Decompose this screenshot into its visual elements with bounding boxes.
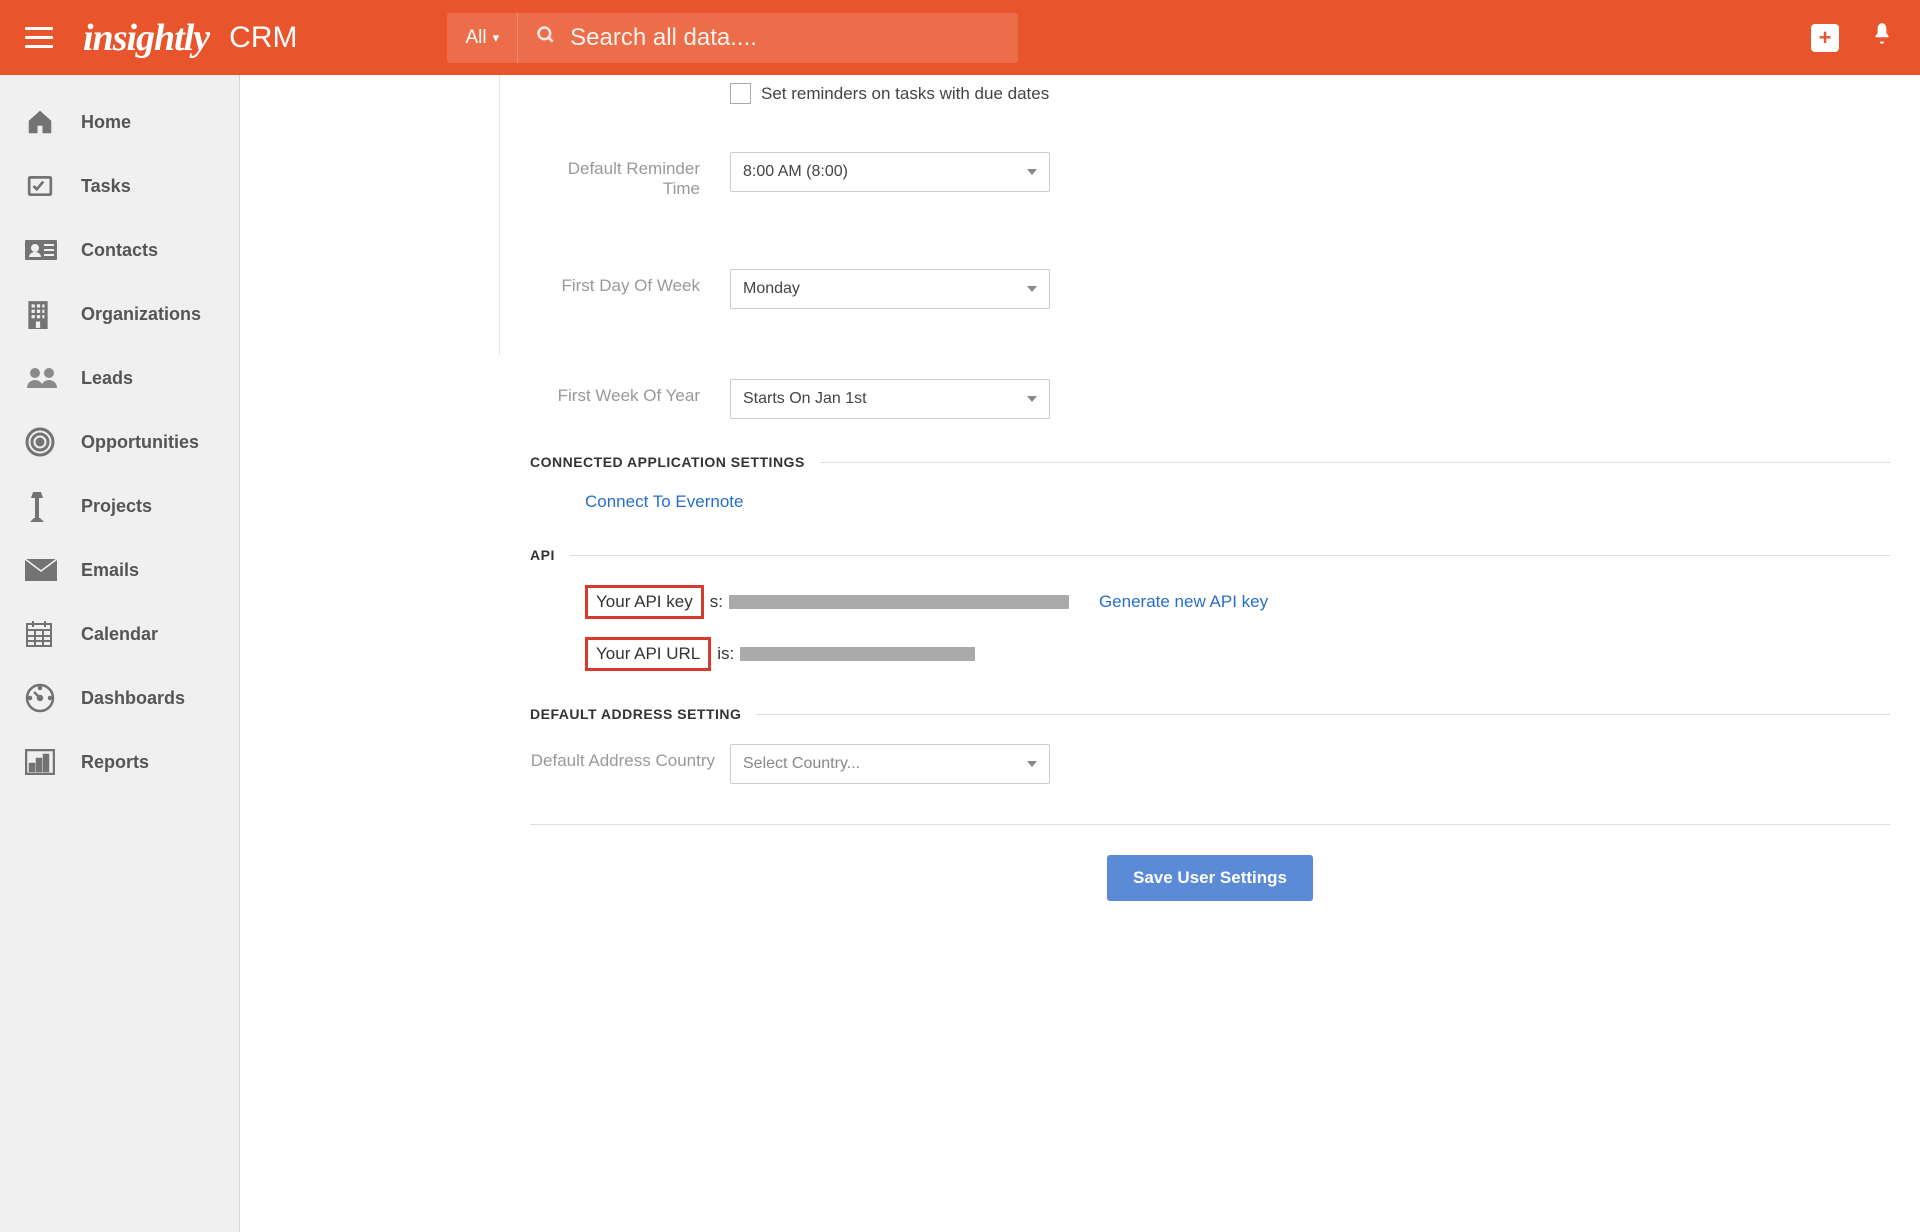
sidebar-item-label: Contacts bbox=[81, 240, 158, 261]
sidebar-item-label: Dashboards bbox=[81, 688, 185, 709]
sidebar-item-dashboards[interactable]: Dashboards bbox=[0, 666, 239, 730]
api-url-value-redacted bbox=[740, 647, 975, 661]
first-day-label: First Day Of Week bbox=[530, 269, 730, 296]
search-input[interactable] bbox=[570, 24, 1000, 52]
default-reminder-row: Default Reminder Time 8:00 AM (8:00) bbox=[530, 152, 1890, 199]
search-icon bbox=[536, 25, 556, 51]
content-main: Set reminders on tasks with due dates De… bbox=[500, 75, 1920, 1232]
generate-api-key-link[interactable]: Generate new API key bbox=[1099, 592, 1268, 612]
default-address-label: Default Address Country bbox=[530, 744, 730, 771]
home-icon bbox=[25, 108, 63, 136]
dashboards-icon bbox=[25, 684, 63, 712]
organizations-icon bbox=[25, 300, 63, 328]
sidebar-item-projects[interactable]: Projects bbox=[0, 474, 239, 538]
api-key-row: Your API key s: Generate new API key bbox=[585, 585, 1890, 619]
api-url-is: is: bbox=[717, 644, 734, 664]
calendar-icon bbox=[25, 620, 63, 648]
sidebar-item-leads[interactable]: Leads bbox=[0, 346, 239, 410]
sidebar-item-label: Organizations bbox=[81, 304, 201, 325]
save-button[interactable]: Save User Settings bbox=[1107, 855, 1313, 901]
sidebar-item-contacts[interactable]: Contacts bbox=[0, 218, 239, 282]
sidebar-item-label: Tasks bbox=[81, 176, 131, 197]
projects-icon bbox=[25, 492, 63, 520]
content-left-panel bbox=[240, 75, 500, 355]
sidebar-item-opportunities[interactable]: Opportunities bbox=[0, 410, 239, 474]
main-container: Home Tasks Contacts Organizations Leads bbox=[0, 75, 1920, 1232]
opportunities-icon bbox=[25, 428, 63, 456]
first-week-row: First Week Of Year Starts On Jan 1st bbox=[530, 379, 1890, 419]
first-day-select[interactable]: Monday bbox=[730, 269, 1050, 309]
contacts-icon bbox=[25, 236, 63, 264]
add-icon[interactable]: + bbox=[1811, 24, 1839, 52]
default-reminder-label: Default Reminder Time bbox=[530, 152, 730, 199]
default-reminder-select[interactable]: 8:00 AM (8:00) bbox=[730, 152, 1050, 192]
sidebar-item-label: Reports bbox=[81, 752, 149, 773]
evernote-link[interactable]: Connect To Evernote bbox=[585, 492, 1890, 512]
sidebar-item-label: Emails bbox=[81, 560, 139, 581]
app-logo: insightly bbox=[83, 16, 209, 60]
reminder-checkbox-label: Set reminders on tasks with due dates bbox=[761, 84, 1049, 104]
sidebar-item-reports[interactable]: Reports bbox=[0, 730, 239, 794]
sidebar-item-tasks[interactable]: Tasks bbox=[0, 154, 239, 218]
first-day-row: First Day Of Week Monday bbox=[530, 269, 1890, 309]
search-filter-dropdown[interactable]: All bbox=[447, 13, 518, 63]
content-area: Set reminders on tasks with due dates De… bbox=[240, 75, 1920, 1232]
api-section-header: API bbox=[530, 547, 1890, 563]
hamburger-menu-icon[interactable] bbox=[25, 24, 53, 51]
sidebar-item-home[interactable]: Home bbox=[0, 90, 239, 154]
product-label: CRM bbox=[229, 21, 297, 55]
first-week-label: First Week Of Year bbox=[530, 379, 730, 406]
reminder-checkbox[interactable] bbox=[730, 83, 751, 104]
reminder-checkbox-row: Set reminders on tasks with due dates bbox=[530, 83, 1890, 122]
separator bbox=[530, 824, 1890, 825]
search-box bbox=[518, 24, 1018, 52]
sidebar-item-label: Home bbox=[81, 112, 131, 133]
leads-icon bbox=[25, 364, 63, 392]
default-address-select[interactable]: Select Country... bbox=[730, 744, 1050, 784]
default-address-row: Default Address Country Select Country..… bbox=[530, 744, 1890, 784]
notifications-icon[interactable] bbox=[1869, 21, 1895, 54]
api-url-row: Your API URL is: bbox=[585, 637, 1890, 671]
default-address-section-header: DEFAULT ADDRESS SETTING bbox=[530, 706, 1890, 722]
sidebar-item-calendar[interactable]: Calendar bbox=[0, 602, 239, 666]
api-url-label: Your API URL bbox=[585, 637, 711, 671]
sidebar-item-label: Opportunities bbox=[81, 432, 199, 453]
sidebar-item-label: Calendar bbox=[81, 624, 158, 645]
api-key-value-redacted bbox=[729, 595, 1069, 609]
tasks-icon bbox=[25, 172, 63, 200]
connected-section-header: CONNECTED APPLICATION SETTINGS bbox=[530, 454, 1890, 470]
sidebar-item-emails[interactable]: Emails bbox=[0, 538, 239, 602]
first-week-select[interactable]: Starts On Jan 1st bbox=[730, 379, 1050, 419]
header-right: + bbox=[1811, 21, 1895, 54]
sidebar-item-organizations[interactable]: Organizations bbox=[0, 282, 239, 346]
top-header: insightly CRM All + bbox=[0, 0, 1920, 75]
sidebar-item-label: Projects bbox=[81, 496, 152, 517]
sidebar: Home Tasks Contacts Organizations Leads bbox=[0, 75, 240, 1232]
search-container: All bbox=[447, 13, 1018, 63]
api-key-label: Your API key bbox=[585, 585, 704, 619]
sidebar-item-label: Leads bbox=[81, 368, 133, 389]
emails-icon bbox=[25, 556, 63, 584]
api-key-is: s: bbox=[710, 592, 723, 612]
reports-icon bbox=[25, 748, 63, 776]
